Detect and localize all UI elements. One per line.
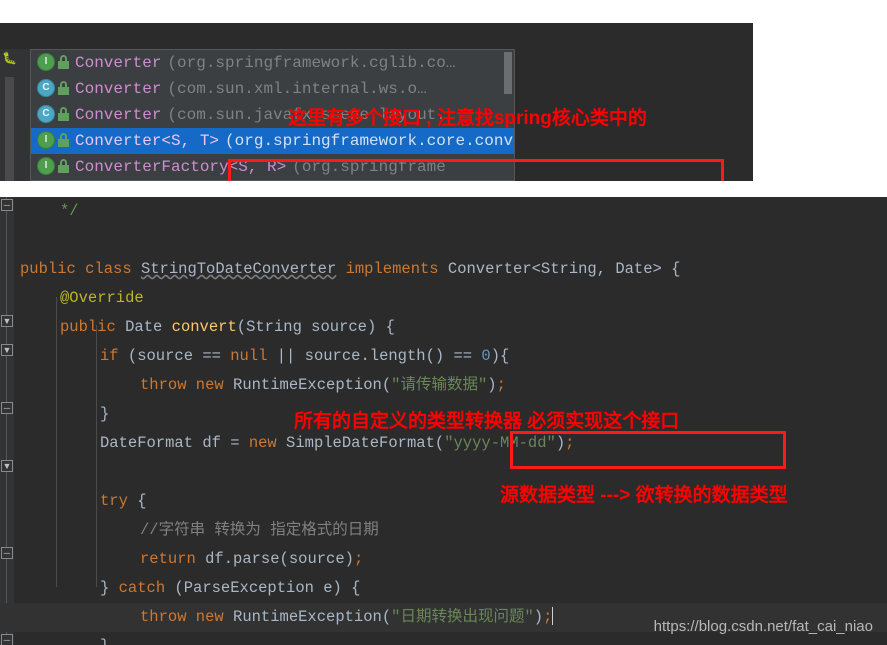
code-token: public xyxy=(60,318,126,336)
watermark-url: https://blog.csdn.net/fat_cai_niao xyxy=(653,618,873,635)
code-line[interactable]: */ xyxy=(0,197,887,226)
code-token: || source.length() == xyxy=(276,347,482,365)
code-token: } xyxy=(100,405,110,423)
code-token: (ParseException e) { xyxy=(174,579,361,597)
code-token: @Override xyxy=(60,289,144,307)
code-token: throw new xyxy=(140,608,234,626)
code-token: */ xyxy=(60,202,79,220)
code-token: class xyxy=(85,260,141,278)
code-token: ) xyxy=(533,608,544,626)
code-token: 0 xyxy=(481,347,491,365)
code-token: convert xyxy=(171,318,237,336)
code-token: ; xyxy=(353,550,364,568)
completion-item-name: Converter xyxy=(75,54,162,72)
code-token: ){ xyxy=(490,347,510,365)
code-line[interactable]: throw new RuntimeException("请传输数据"); xyxy=(0,371,887,400)
lock-icon xyxy=(57,106,70,121)
class-icon: C xyxy=(37,104,55,123)
completion-popup-panel: ents Converter { 🐛 I Converter (org.spring… xyxy=(0,23,753,181)
code-token: "日期转换出现问题" xyxy=(391,608,534,626)
code-token: SimpleDateFormat( xyxy=(286,434,445,452)
code-token: //字符串 转换为 指定格式的日期 xyxy=(140,521,379,539)
code-token: new xyxy=(248,434,287,452)
annotation-must-implement: 所有的自定义的类型转换器 必须实现这个接口 xyxy=(294,411,680,432)
code-editor-panel: ─ ▼ ▼ ─ ▼ ─ ─ ─ */public class StringToD… xyxy=(0,197,887,645)
code-token: "请传输数据" xyxy=(391,376,488,394)
code-token: StringToDateConverter xyxy=(140,260,337,278)
code-token: { xyxy=(137,492,147,510)
annotation-multiple-interfaces: 这里有多个接口 , 注意找spring核心类中的 xyxy=(288,108,647,129)
code-token: public xyxy=(20,260,86,278)
code-token: } xyxy=(100,637,109,645)
code-token: implements xyxy=(336,260,448,278)
highlight-box-converter-generics xyxy=(510,431,786,469)
code-token: df.parse(source) xyxy=(205,550,354,568)
completion-item-name: Converter<S, T> xyxy=(75,132,220,150)
code-token: if xyxy=(100,347,128,365)
completion-item[interactable]: C Converter (com.sun.xml.internal.ws.o… xyxy=(31,76,514,102)
code-token: { xyxy=(671,260,681,278)
code-line[interactable]: public Date convert(String source) { xyxy=(0,313,887,342)
code-line[interactable] xyxy=(0,226,887,255)
code-token: (source == xyxy=(127,347,231,365)
interface-icon: I xyxy=(37,52,55,71)
code-token: } xyxy=(100,579,119,597)
code-token: RuntimeException( xyxy=(233,608,392,626)
completion-item[interactable]: I Converter<S, T> (org.springframework.cor… xyxy=(31,128,514,154)
code-token: (String source) { xyxy=(236,318,395,336)
lock-icon xyxy=(57,54,70,69)
code-line[interactable]: } catch (ParseException e) { xyxy=(0,574,887,603)
code-line[interactable]: public class StringToDateConverter imple… xyxy=(0,255,887,284)
code-token: ; xyxy=(543,608,553,626)
completion-item-package: (com.sun.xml.internal.ws.o… xyxy=(167,80,427,98)
screenshot-root: ents Converter { 🐛 I Converter (org.spring… xyxy=(0,0,887,645)
popup-scrollbar-thumb[interactable] xyxy=(504,52,512,94)
code-token: ; xyxy=(496,376,506,394)
code-token: null xyxy=(230,347,277,365)
scrollbar-thumb[interactable] xyxy=(5,77,14,181)
middle-white-separator xyxy=(0,181,887,197)
completion-item-name: Converter xyxy=(75,106,162,124)
code-line[interactable]: return df.parse(source); xyxy=(0,545,887,574)
code-line[interactable]: if (source == null || source.length() ==… xyxy=(0,342,887,371)
code-line[interactable]: //字符串 转换为 指定格式的日期 xyxy=(0,516,887,545)
text-caret xyxy=(552,606,554,625)
lock-icon xyxy=(57,80,70,95)
completion-item-package: (org.springframework.cglib.co… xyxy=(167,54,456,72)
code-token: RuntimeException( xyxy=(233,376,392,394)
code-token: return xyxy=(140,550,206,568)
code-token: DateFormat df = xyxy=(100,434,249,452)
editor-declaration-line: ents Converter { xyxy=(0,23,753,73)
completion-item-name: Converter xyxy=(75,80,162,98)
class-icon: C xyxy=(37,78,55,97)
code-token: try xyxy=(100,492,138,510)
code-token: catch xyxy=(118,579,175,597)
highlight-box-selected-package xyxy=(228,159,724,181)
lock-icon xyxy=(57,158,70,173)
completion-item-package: (org.springframework.core.convert.conver… xyxy=(225,132,514,150)
lock-icon xyxy=(57,132,70,147)
code-token: ) xyxy=(487,376,497,394)
code-token: Converter<String, Date> xyxy=(447,260,672,278)
top-white-margin xyxy=(0,0,887,23)
interface-icon: I xyxy=(37,130,55,149)
completion-item[interactable]: I Converter (org.springframework.cglib.co… xyxy=(31,50,514,76)
interface-icon: I xyxy=(37,156,55,175)
code-token: throw new xyxy=(140,376,234,394)
code-line[interactable]: @Override xyxy=(0,284,887,313)
annotation-source-to-target: 源数据类型 ---> 欲转换的数据类型 xyxy=(500,485,788,506)
editor-gutter-top: 🐛 xyxy=(0,49,30,181)
bug-icon[interactable]: 🐛 xyxy=(2,51,17,67)
code-token: Date xyxy=(125,318,172,336)
